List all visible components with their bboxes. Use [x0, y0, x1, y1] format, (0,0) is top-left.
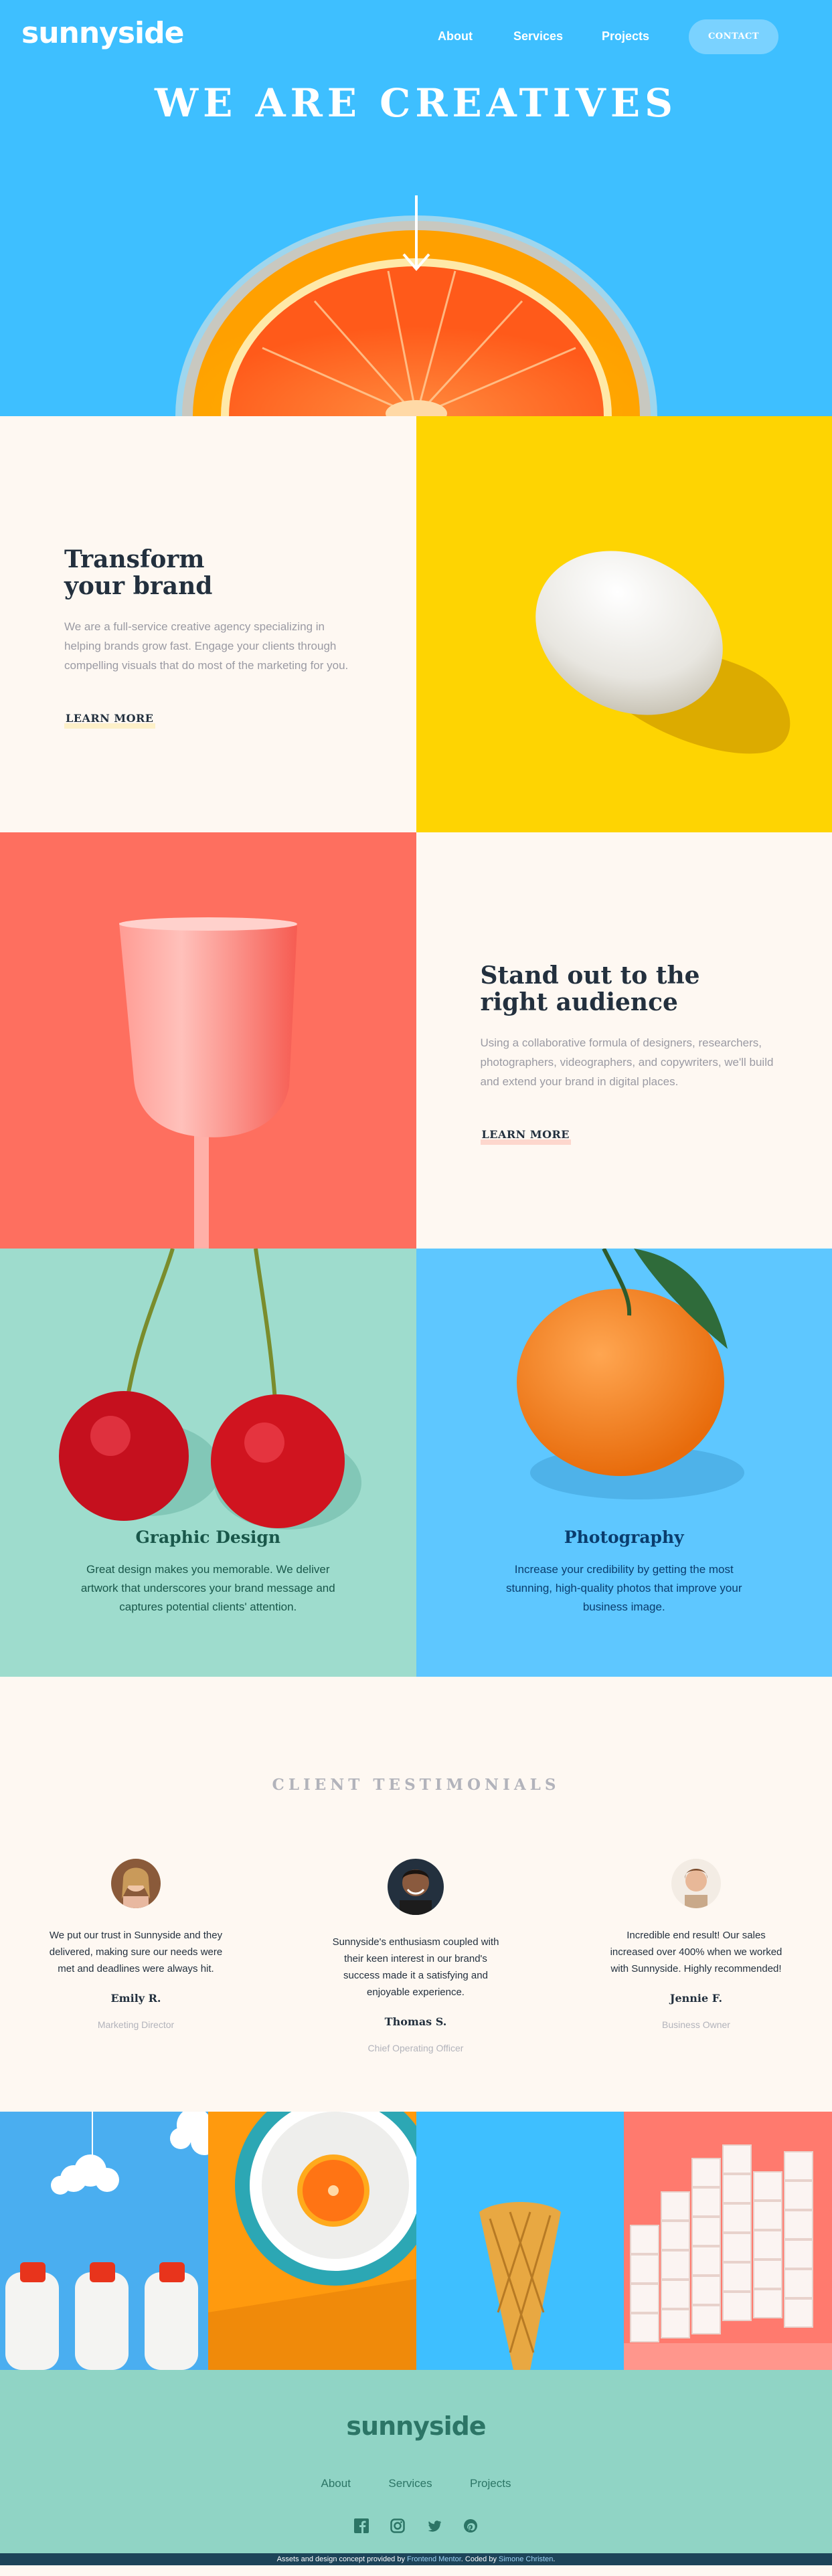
instagram-icon[interactable]	[390, 2518, 406, 2533]
hero-title: WE ARE CREATIVES	[155, 80, 677, 126]
gallery-sugar-cubes	[624, 2112, 832, 2370]
testimonials-heading: CLIENT TESTIMONIALS	[272, 1776, 560, 1794]
nav-link-about[interactable]: About	[438, 29, 473, 43]
nav-link-projects[interactable]: Projects	[602, 29, 649, 43]
attribution-bar: Assets and design concept provided by Fr…	[0, 2553, 832, 2565]
facebook-icon[interactable]	[353, 2518, 369, 2533]
service-description: Great design makes you memorable. We del…	[80, 1563, 335, 1613]
twitter-icon[interactable]	[427, 2518, 442, 2533]
service-description: Increase your credibility by getting the…	[506, 1563, 742, 1613]
site-footer: sunnyside About Services Projects Assets…	[0, 2370, 832, 2565]
testimonials-section: CLIENT TESTIMONIALS We put our trust in …	[0, 1677, 832, 2112]
avatar	[388, 1859, 444, 1915]
footer-logo[interactable]: sunnyside	[0, 2411, 832, 2441]
attribution-coded: . Coded by	[461, 2555, 497, 2563]
author-link[interactable]: Simone Christen	[499, 2555, 553, 2563]
top-navigation: sunnyside About Services Projects CONTAC…	[0, 0, 832, 74]
gallery-milk-bottles	[0, 2112, 208, 2370]
footer-link-projects[interactable]: Projects	[470, 2477, 511, 2490]
feature-title-line: Transform	[64, 545, 205, 573]
learn-more-link[interactable]: LEARN MORE	[64, 713, 155, 729]
testimonial-role: Business Owner	[662, 2019, 730, 2030]
testimonial-role: Chief Operating Officer	[367, 2043, 464, 2053]
service-caption: Graphic Design Great design makes you me…	[0, 1528, 416, 1617]
testimonial-name: Emily R.	[110, 1992, 161, 2005]
feature-text: Stand out to the right audience Using a …	[480, 962, 775, 1145]
service-graphic-design: Graphic Design Great design makes you me…	[0, 1249, 416, 1677]
service-title: Photography	[564, 1528, 684, 1547]
hero-section: sunnyside About Services Projects CONTAC…	[0, 0, 832, 416]
feature-title: Transform your brand	[64, 546, 359, 600]
feature-text-panel: Stand out to the right audience Using a …	[416, 832, 832, 1249]
nav-link-services[interactable]: Services	[513, 29, 563, 43]
feature-description: We are a full-service creative agency sp…	[64, 620, 349, 672]
testimonial-quote: We put our trust in Sunnyside and they d…	[49, 1930, 223, 1974]
brand-logo[interactable]: sunnyside	[21, 16, 184, 50]
feature-stand-out: Stand out to the right audience Using a …	[0, 832, 832, 1249]
service-photography: Photography Increase your credibility by…	[416, 1249, 832, 1677]
service-caption: Photography Increase your credibility by…	[416, 1528, 832, 1617]
feature-text: Transform your brand We are a full-servi…	[64, 546, 359, 729]
services-section: Graphic Design Great design makes you me…	[0, 1249, 832, 1677]
frontend-mentor-link[interactable]: Frontend Mentor	[407, 2555, 461, 2563]
feature-title-line: your brand	[64, 572, 213, 600]
testimonial-name: Jennie F.	[669, 1992, 723, 2005]
learn-more-link[interactable]: LEARN MORE	[480, 1129, 571, 1145]
feature-transform: Transform your brand We are a full-servi…	[0, 416, 832, 832]
testimonial-card: Incredible end result! Our sales increas…	[609, 1859, 783, 2030]
attribution-prefix: Assets and design concept provided by	[276, 2555, 405, 2563]
testimonial-quote: Incredible end result! Our sales increas…	[610, 1930, 782, 1974]
service-title: Graphic Design	[135, 1528, 281, 1547]
contact-button[interactable]: CONTACT	[689, 19, 778, 54]
pinterest-icon[interactable]	[463, 2518, 478, 2533]
gallery-orange-plate	[207, 2112, 416, 2370]
testimonial-card: We put our trust in Sunnyside and they d…	[49, 1859, 223, 2030]
attribution-suffix: .	[553, 2555, 556, 2563]
testimonial-name: Thomas S.	[384, 2015, 447, 2028]
cup-illustration	[119, 917, 297, 1249]
feature-title-line: right audience	[480, 988, 678, 1016]
egg-illustration	[535, 551, 790, 754]
gallery-ice-cream-cone	[416, 2112, 625, 2370]
footer-link-about[interactable]: About	[321, 2477, 351, 2490]
feature-title-line: Stand out to the	[480, 961, 700, 990]
testimonial-card: Sunnyside's enthusiasm coupled with thei…	[329, 1859, 503, 2053]
feature-title: Stand out to the right audience	[481, 962, 775, 1016]
avatar	[671, 1859, 721, 1908]
feature-text-panel: Transform your brand We are a full-servi…	[0, 416, 416, 832]
testimonial-quote: Sunnyside's enthusiasm coupled with thei…	[332, 1936, 499, 1998]
avatar	[111, 1859, 161, 1908]
feature-description: Using a collaborative formula of designe…	[480, 1036, 774, 1088]
egg-image	[416, 416, 832, 832]
image-gallery	[0, 2112, 832, 2370]
footer-link-services[interactable]: Services	[388, 2477, 432, 2490]
cup-image	[0, 832, 416, 1249]
social-links	[0, 2518, 832, 2533]
footer-links: About Services Projects	[0, 2477, 832, 2490]
testimonial-role: Marketing Director	[97, 2019, 175, 2030]
